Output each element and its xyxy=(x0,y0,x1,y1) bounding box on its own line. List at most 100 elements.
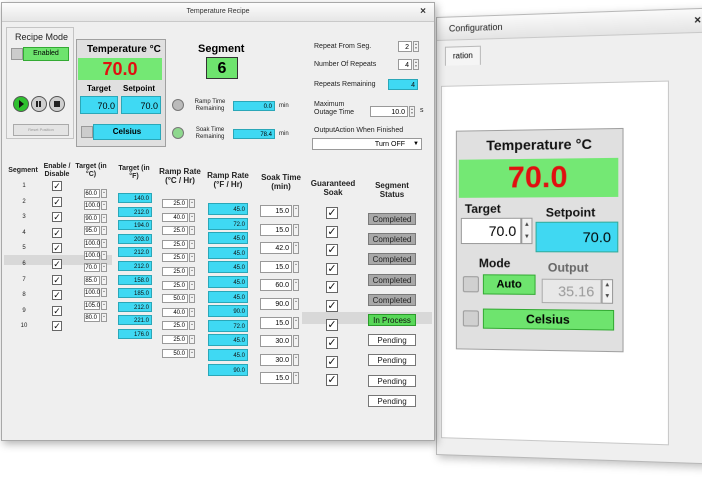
ramp-c-spinner[interactable]: ▴ xyxy=(189,253,195,263)
pause-button[interactable] xyxy=(31,96,47,112)
soak-spinner[interactable]: ▴ xyxy=(293,335,299,348)
target-c-input[interactable]: 100.0 xyxy=(84,201,100,211)
repeat-from-input[interactable]: 2 xyxy=(398,41,412,52)
close-icon[interactable]: × xyxy=(420,3,426,21)
enable-checkbox[interactable]: ✓ xyxy=(52,290,62,301)
guaranteed-soak-checkbox[interactable]: ✓ xyxy=(326,355,338,368)
target-c-input[interactable]: 90.0 xyxy=(84,213,100,223)
target-c-spinner[interactable]: ▴ xyxy=(101,238,107,248)
soak-input[interactable]: 60.0 xyxy=(260,279,292,292)
target-input[interactable]: 70.0 xyxy=(460,217,522,245)
ramp-c-spinner[interactable]: ▴ xyxy=(189,348,195,358)
soak-spinner[interactable]: ▴ xyxy=(293,279,299,292)
soak-input[interactable]: 42.0 xyxy=(260,242,292,255)
enable-checkbox[interactable]: ✓ xyxy=(52,321,62,332)
reset-position-button[interactable]: Reset Position xyxy=(13,124,69,136)
enable-checkbox[interactable]: ✓ xyxy=(52,305,62,316)
enable-checkbox[interactable]: ✓ xyxy=(52,259,62,269)
ramp-c-input[interactable]: 25.0 xyxy=(162,226,188,236)
soak-input[interactable]: 90.0 xyxy=(260,298,292,310)
enable-checkbox[interactable]: ✓ xyxy=(52,181,62,191)
soak-spinner[interactable]: ▴ xyxy=(293,316,299,329)
ramp-c-spinner[interactable]: ▴ xyxy=(189,239,195,249)
target-c-spinner[interactable]: ▴ xyxy=(101,201,107,211)
soak-spinner[interactable]: ▴ xyxy=(293,223,299,236)
repeat-from-spinner[interactable]: ▲ ▼ xyxy=(413,41,419,52)
tab-configuration[interactable]: ration xyxy=(444,45,481,66)
ramp-c-spinner[interactable]: ▴ xyxy=(189,199,195,208)
num-repeats-input[interactable]: 4 xyxy=(398,59,412,70)
target-c-spinner[interactable]: ▴ xyxy=(101,275,107,285)
soak-input[interactable]: 30.0 xyxy=(260,335,292,348)
stop-button[interactable] xyxy=(49,96,65,112)
target-c-input[interactable]: 70.0 xyxy=(84,263,100,273)
units-toggle[interactable] xyxy=(462,310,479,327)
guaranteed-soak-checkbox[interactable]: ✓ xyxy=(326,300,338,312)
ramp-c-input[interactable]: 50.0 xyxy=(162,294,188,304)
soak-spinner[interactable]: ▴ xyxy=(293,372,299,385)
ramp-c-input[interactable]: 25.0 xyxy=(162,239,188,249)
ramp-c-input[interactable]: 50.0 xyxy=(162,348,188,358)
ramp-c-input[interactable]: 25.0 xyxy=(162,321,188,331)
ramp-c-input[interactable]: 25.0 xyxy=(162,267,188,276)
max-outage-spinner[interactable]: ▲ ▼ xyxy=(409,106,415,117)
target-c-spinner[interactable]: ▴ xyxy=(101,300,107,310)
ramp-c-spinner[interactable]: ▴ xyxy=(189,267,195,276)
enable-checkbox[interactable]: ✓ xyxy=(52,212,62,223)
target-c-input[interactable]: 80.0 xyxy=(84,313,100,322)
target-c-input[interactable]: 100.0 xyxy=(84,238,100,248)
ramp-c-input[interactable]: 25.0 xyxy=(162,335,188,344)
close-icon[interactable]: × xyxy=(694,9,701,32)
target-spinner[interactable]: ▲ ▼ xyxy=(521,217,533,245)
soak-input[interactable]: 30.0 xyxy=(260,353,292,366)
guaranteed-soak-checkbox[interactable]: ✓ xyxy=(326,281,338,294)
soak-input[interactable]: 15.0 xyxy=(260,372,292,385)
ramp-c-input[interactable]: 25.0 xyxy=(162,253,188,263)
ramp-c-spinner[interactable]: ▴ xyxy=(189,280,195,290)
soak-spinner[interactable]: ▴ xyxy=(293,242,299,255)
target-c-input[interactable]: 95.0 xyxy=(84,226,100,236)
guaranteed-soak-checkbox[interactable]: ✓ xyxy=(326,207,338,219)
play-button[interactable] xyxy=(13,96,29,112)
guaranteed-soak-checkbox[interactable]: ✓ xyxy=(326,337,338,350)
target-c-input[interactable]: 100.0 xyxy=(84,251,100,260)
enable-checkbox[interactable]: ✓ xyxy=(52,274,62,285)
soak-input[interactable]: 15.0 xyxy=(260,260,292,273)
num-repeats-spinner[interactable]: ▲ ▼ xyxy=(413,59,419,70)
soak-spinner[interactable]: ▴ xyxy=(293,353,299,366)
guaranteed-soak-checkbox[interactable]: ✓ xyxy=(326,244,338,257)
ramp-c-input[interactable]: 25.0 xyxy=(162,199,188,208)
target-c-input[interactable]: 105.0 xyxy=(84,300,100,310)
enable-checkbox[interactable]: ✓ xyxy=(52,196,62,207)
target-c-spinner[interactable]: ▴ xyxy=(101,313,107,322)
soak-input[interactable]: 15.0 xyxy=(260,205,292,217)
target-c-spinner[interactable]: ▴ xyxy=(101,189,107,198)
target-c-input[interactable]: 85.0 xyxy=(84,275,100,285)
guaranteed-soak-checkbox[interactable]: ✓ xyxy=(326,225,338,238)
output-action-select[interactable]: Turn OFF xyxy=(312,138,422,150)
ramp-c-input[interactable]: 40.0 xyxy=(162,307,188,317)
guaranteed-soak-checkbox[interactable]: ✓ xyxy=(326,318,338,331)
soak-spinner[interactable]: ▴ xyxy=(293,298,299,310)
chevron-down-icon[interactable]: ▼ xyxy=(411,139,421,149)
target-c-input[interactable]: 60.0 xyxy=(84,189,100,198)
soak-spinner[interactable]: ▴ xyxy=(293,260,299,273)
target-c-spinner[interactable]: ▴ xyxy=(101,213,107,223)
max-outage-input[interactable]: 10.0 xyxy=(370,106,408,117)
mode-toggle[interactable] xyxy=(462,276,479,293)
ramp-c-spinner[interactable]: ▴ xyxy=(189,335,195,344)
guaranteed-soak-checkbox[interactable]: ✓ xyxy=(326,262,338,275)
guaranteed-soak-checkbox[interactable]: ✓ xyxy=(326,374,338,387)
enable-checkbox[interactable]: ✓ xyxy=(52,227,62,238)
ramp-c-spinner[interactable]: ▴ xyxy=(189,294,195,304)
ramp-c-input[interactable]: 25.0 xyxy=(162,280,188,290)
target-c-spinner[interactable]: ▴ xyxy=(101,226,107,236)
recipe-mode-toggle[interactable] xyxy=(11,48,23,60)
soak-spinner[interactable]: ▴ xyxy=(293,205,299,217)
recipe-units-toggle[interactable] xyxy=(81,126,93,138)
soak-input[interactable]: 15.0 xyxy=(260,316,292,329)
target-c-spinner[interactable]: ▴ xyxy=(101,263,107,273)
target-c-input[interactable]: 100.0 xyxy=(84,288,100,298)
target-c-spinner[interactable]: ▴ xyxy=(101,251,107,260)
ramp-c-spinner[interactable]: ▴ xyxy=(189,212,195,222)
